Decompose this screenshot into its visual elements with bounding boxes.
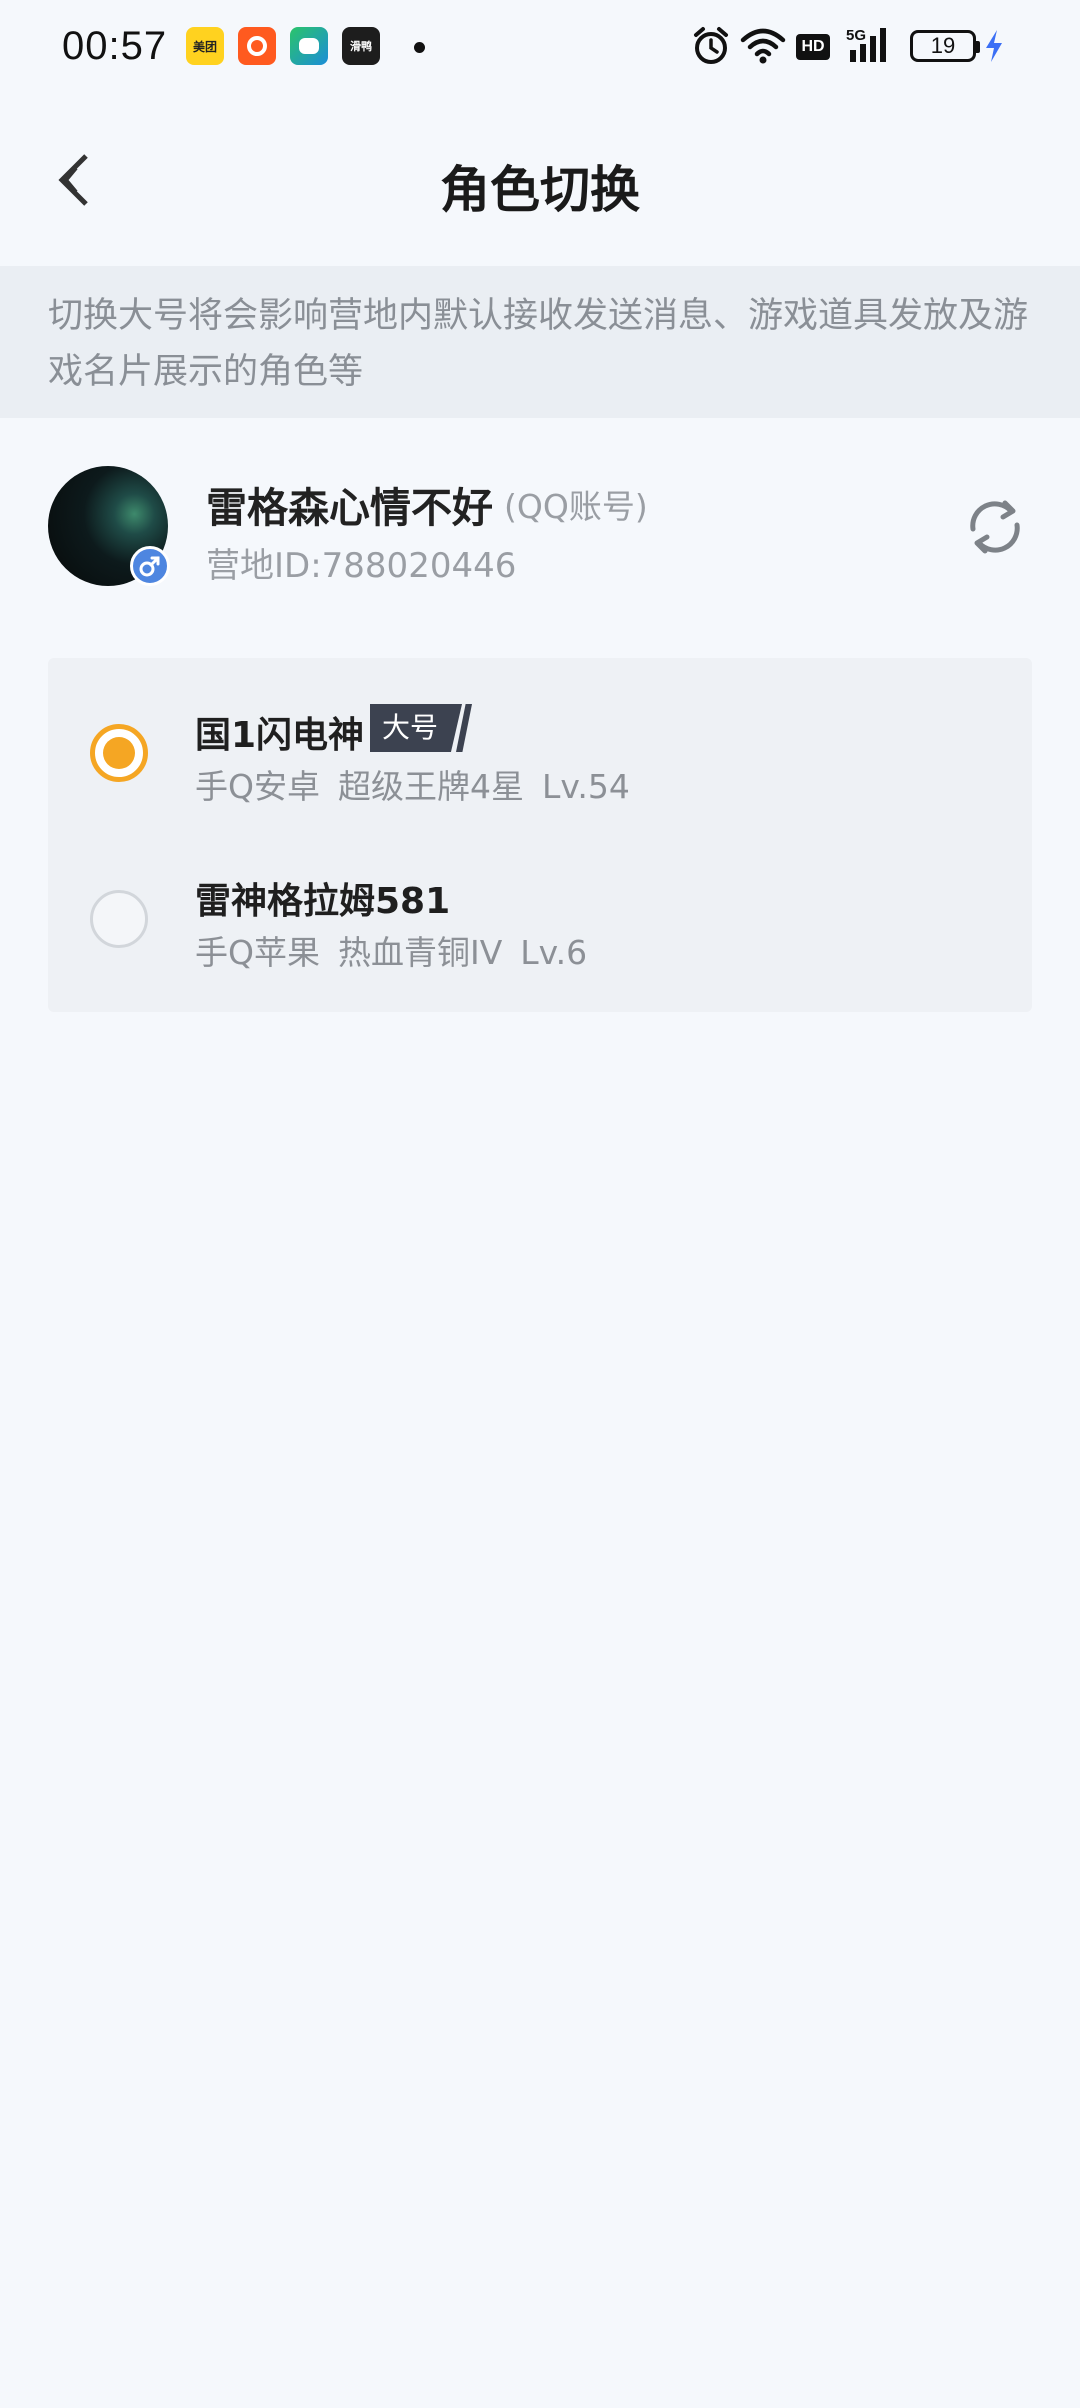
- role-rank: 超级王牌4星: [337, 767, 524, 806]
- role-level: Lv.54: [541, 767, 630, 806]
- page-title: 角色切换: [440, 161, 640, 219]
- charging-bolt-icon: [982, 26, 1006, 70]
- role-radio-selected[interactable]: [90, 724, 148, 782]
- meituan-app-icon: 美团: [186, 27, 224, 65]
- battery-indicator: 19: [910, 30, 980, 62]
- switch-account-button[interactable]: [960, 492, 1030, 562]
- role-platform: 手Q安卓: [195, 767, 320, 806]
- status-time: 00:57: [62, 24, 168, 68]
- role-name: 雷神格拉姆581: [195, 881, 451, 922]
- role-rank: 热血青铜IV: [337, 933, 503, 972]
- role-list: 国1闪电神 大号 手Q安卓 超级王牌4星 Lv.54 雷神格拉姆581 手Q苹果 热血…: [48, 658, 1032, 1012]
- role-item[interactable]: 国1闪电神 大号 手Q安卓 超级王牌4星 Lv.54: [48, 658, 1032, 828]
- status-bar: 00:57 美团 滑鸭 HD 5G 19: [0, 0, 1080, 96]
- svg-text:5G: 5G: [846, 27, 866, 44]
- role-detail: 手Q安卓 超级王牌4星 Lv.54: [195, 760, 648, 808]
- alarm-icon: [692, 26, 730, 70]
- huaya-app-icon: 滑鸭: [342, 27, 380, 65]
- header: 角色切换: [0, 120, 1080, 240]
- role-name: 国1闪电神: [195, 715, 365, 756]
- role-detail: 手Q苹果 热血青铜IV Lv.6: [195, 926, 605, 974]
- role-platform: 手Q苹果: [195, 933, 320, 972]
- camp-id: 营地ID:788020446: [206, 546, 517, 586]
- more-notifications-dot: [414, 42, 425, 53]
- role-level: Lv.6: [520, 933, 588, 972]
- main-account-badge: 大号: [370, 704, 473, 752]
- cellular-signal-icon: 5G: [846, 26, 896, 70]
- role-radio-unselected[interactable]: [90, 890, 148, 948]
- wifi-icon: [740, 26, 786, 70]
- ai-assistant-app-icon: [290, 27, 328, 65]
- switch-notice: 切换大号将会影响营地内默认接收发送消息、游戏道具发放及游戏名片展示的角色等: [0, 266, 1080, 418]
- role-item[interactable]: 雷神格拉姆581 手Q苹果 热血青铜IV Lv.6: [48, 826, 1032, 996]
- account-name: 雷格森心情不好: [206, 484, 493, 532]
- hd-voice-icon: HD: [796, 34, 830, 60]
- account-type: (QQ账号): [504, 487, 648, 526]
- main-account-badge-label: 大号: [370, 704, 463, 752]
- kuaishou-app-icon: [238, 27, 276, 65]
- account-info: 雷格森心情不好 (QQ账号) 营地ID:788020446: [0, 440, 1080, 620]
- male-gender-icon: [130, 546, 170, 586]
- refresh-icon: [970, 500, 1020, 554]
